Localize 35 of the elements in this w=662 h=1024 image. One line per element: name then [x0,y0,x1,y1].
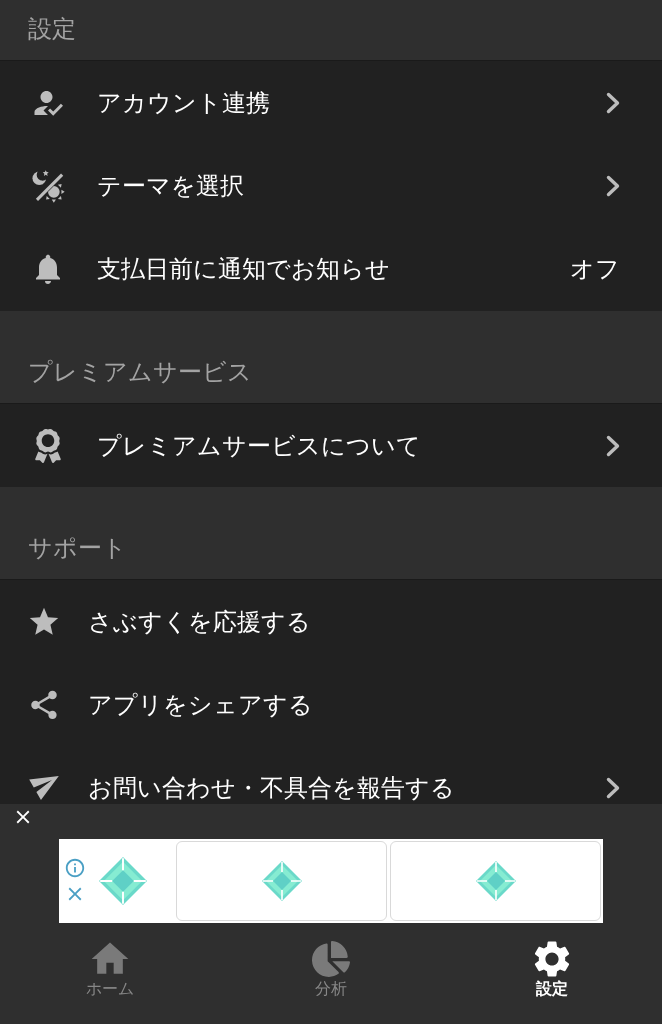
pie-chart-icon [312,940,350,978]
settings-row[interactable]: プレミアムサービスについて [0,403,662,488]
settings-row[interactable]: アプリをシェアする [0,663,662,747]
settings-row[interactable]: お問い合わせ・不具合を報告する [0,746,662,804]
section-header: サポート [28,535,127,562]
diamond-logo-icon [475,861,516,901]
settings-row[interactable]: アカウント連携 [0,61,662,145]
row-label: さぶすくを応援する [88,609,312,634]
settings-row[interactable]: テーマを選択 [0,144,662,228]
chevron-right-icon [606,91,620,114]
ad-tile[interactable] [176,841,387,921]
tab-bar-item[interactable]: 分析 [220,937,442,999]
chevron-right-icon [606,434,620,457]
tab-bar-item[interactable]: ホーム [0,937,221,999]
ad-banner[interactable] [59,839,603,923]
settings-row[interactable]: 支払日前に通知でお知らせ オフ [0,227,662,311]
info-icon[interactable] [64,857,86,879]
moon-and-sun-icon [31,168,65,203]
ad-tile[interactable] [390,841,601,921]
chevron-right-icon [606,777,620,800]
section-header: 設定 [28,16,76,42]
row-label: 支払日前に通知でお知らせ [97,257,391,282]
chevron-right-icon [606,174,620,197]
row-label: アプリをシェアする [88,693,314,718]
row-label: プレミアムサービスについて [97,433,422,458]
diamond-logo-icon [99,857,147,905]
section-header: プレミアムサービス [28,358,252,385]
tab-bar-item[interactable]: 設定 [441,937,662,999]
paper-plane-icon [29,776,59,801]
row-label: アカウント連携 [97,90,271,115]
settings-row[interactable]: さぶすくを応援する [0,580,662,664]
row-label: テーマを選択 [97,173,245,198]
diamond-logo-icon [261,861,302,901]
setting-value: オフ [570,255,620,284]
row-label: お問い合わせ・不具合を報告する [88,776,456,801]
